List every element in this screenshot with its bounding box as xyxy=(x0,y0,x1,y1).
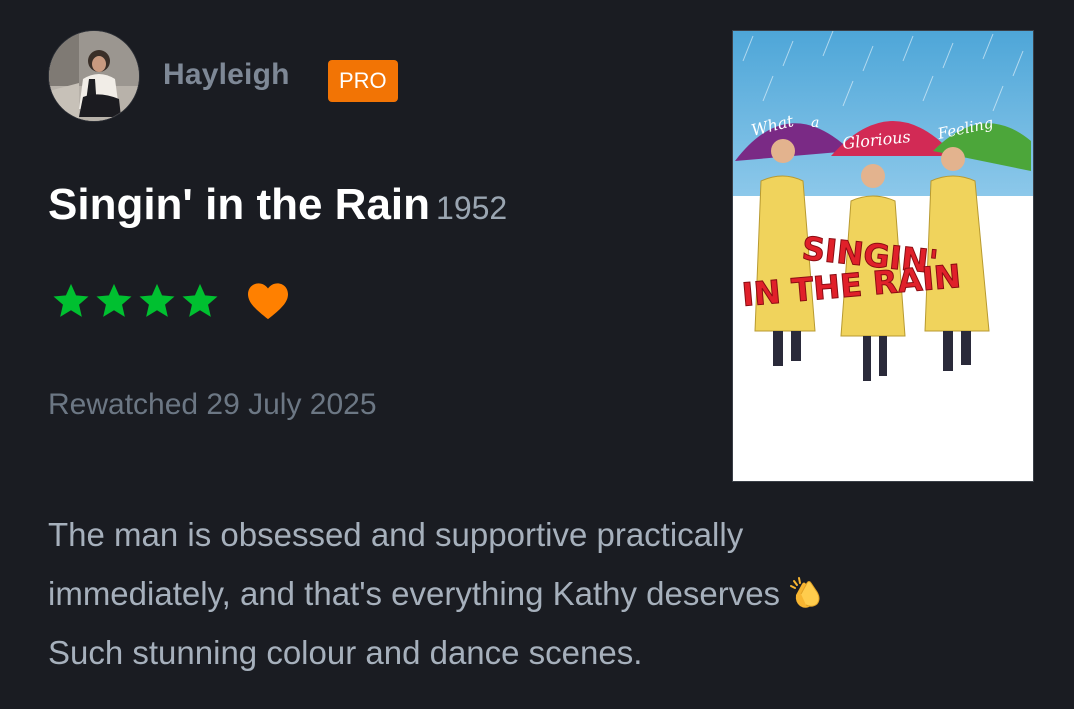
film-title-link[interactable]: Singin' in the Rain xyxy=(48,180,430,229)
review-line: The man is obsessed and supportive pract… xyxy=(48,516,744,553)
star-icon xyxy=(53,283,89,317)
poster-artwork: What a Glorious Feeling SINGIN' IN THE R… xyxy=(733,31,1033,481)
star-icon xyxy=(182,283,218,317)
user-avatar[interactable] xyxy=(48,30,140,122)
film-poster[interactable]: What a Glorious Feeling SINGIN' IN THE R… xyxy=(732,30,1034,482)
review-line: Such stunning colour and dance scenes. xyxy=(48,634,643,671)
pro-badge: PRO xyxy=(328,60,398,102)
watch-date: Rewatched 29 July 2025 xyxy=(48,388,377,421)
star-icon xyxy=(139,283,175,317)
review-line: immediately, and that's everything Kathy… xyxy=(48,575,781,612)
clapping-hands-icon xyxy=(790,577,820,608)
rating-row xyxy=(50,280,290,322)
poster-tagline-word: a xyxy=(811,115,819,131)
username-link[interactable]: Hayleigh xyxy=(163,58,290,92)
film-year-link[interactable]: 1952 xyxy=(436,190,507,226)
avatar-photo-icon xyxy=(49,31,139,121)
film-heading: Singin' in the Rain 1952 xyxy=(48,180,507,230)
review-line-with-emoji: immediately, and that's everything Kathy… xyxy=(48,564,948,623)
star-icon xyxy=(96,283,132,317)
heart-liked-icon xyxy=(248,283,288,320)
review-text: The man is obsessed and supportive pract… xyxy=(48,505,948,682)
